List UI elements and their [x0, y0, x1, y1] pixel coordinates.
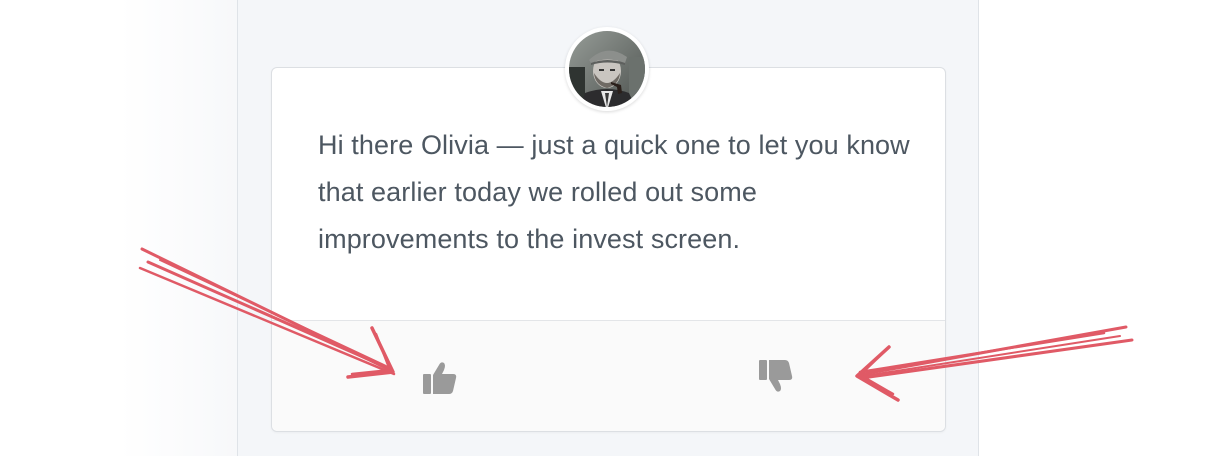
thumbs-down-button[interactable]	[754, 354, 798, 398]
thumbs-up-button[interactable]	[418, 356, 462, 400]
page: Hi there Olivia — just a quick one to le…	[0, 0, 1222, 456]
message-text: Hi there Olivia — just a quick one to le…	[318, 130, 910, 254]
feedback-footer	[272, 320, 945, 431]
background-shade	[120, 0, 238, 456]
thumbs-down-icon	[759, 360, 793, 392]
thumbs-up-icon	[423, 362, 457, 394]
sender-avatar[interactable]	[565, 27, 649, 111]
avatar-photo-icon	[566, 28, 648, 110]
